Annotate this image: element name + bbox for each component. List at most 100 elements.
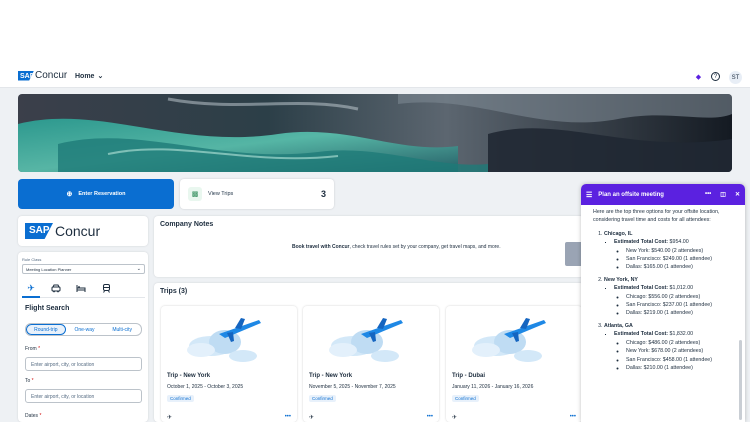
assistant-header: ☰ Plan an offsite meeting ••• ◫ ✕ <box>581 184 745 205</box>
option-total: Estimated Total Cost: $954.00 New York: … <box>614 238 739 272</box>
plane-clouds-illustration <box>472 318 546 362</box>
cost-item: New York: $540.00 (2 attendees) <box>626 247 739 255</box>
cost-item: Dallas: $219.00 (1 attendee) <box>626 309 739 317</box>
option-list: Chicago, IL Estimated Total Cost: $954.0… <box>593 230 739 373</box>
flight-icon: ✈ <box>309 415 315 421</box>
trip-card[interactable]: Trip - New York October 1, 2025 - Octobe… <box>161 306 297 422</box>
total-value: $954.00 <box>669 239 689 246</box>
close-icon[interactable]: ✕ <box>735 191 740 198</box>
company-notes-title: Company Notes <box>160 221 214 228</box>
home-menu[interactable]: Home ⌄ <box>75 72 104 81</box>
active-tab-indicator <box>22 296 40 298</box>
sap-logo-badge-large: SAP <box>25 223 53 239</box>
flight-icon: ✈ <box>452 415 458 421</box>
cost-item: San Francisco: $237.00 (1 attendee) <box>626 301 739 309</box>
more-options-icon[interactable]: ••• <box>570 414 576 420</box>
option-item: Atlanta, GA Estimated Total Cost: $1,832… <box>604 322 739 372</box>
trip-name: Trip - New York <box>167 373 211 379</box>
expand-icon[interactable]: ◫ <box>720 191 726 198</box>
required-mark: * <box>31 378 34 384</box>
from-label-text: From <box>25 346 37 352</box>
from-input[interactable]: Enter airport, city, or location <box>25 357 142 371</box>
status-badge: Confirmed <box>167 395 194 402</box>
view-trips-count: 3 <box>320 189 326 199</box>
assistant-panel: ☰ Plan an offsite meeting ••• ◫ ✕ Here a… <box>581 184 745 422</box>
option-item: New York, NY Estimated Total Cost: $1,01… <box>604 276 739 318</box>
cost-breakdown: New York: $540.00 (2 attendees) San Fran… <box>614 247 739 272</box>
app-window: SAP Concur Home ⌄ ◆ ? ST ⊕ Enter Reserva… <box>0 0 750 422</box>
help-icon[interactable]: ? <box>711 72 720 81</box>
to-input[interactable]: Enter airport, city, or location <box>25 389 142 403</box>
train-icon[interactable] <box>100 282 112 294</box>
assistant-scrollbar[interactable] <box>739 340 742 420</box>
trip-card[interactable]: Trip - New York November 5, 2025 - Novem… <box>303 306 439 422</box>
view-trips-tile[interactable]: ▩ View Trips 3 <box>180 179 334 209</box>
option-city: Chicago, IL <box>604 230 633 237</box>
travel-mode-tabs: ✈ <box>25 282 112 294</box>
trip-type-one-way[interactable]: One-way <box>66 324 104 335</box>
total-value: $1,832.00 <box>669 331 694 338</box>
cost-item: New York: $678.00 (2 attendees) <box>626 347 739 355</box>
total-value: $1,012.00 <box>669 285 694 292</box>
company-notes-rest: , check travel rules set by your company… <box>349 244 501 250</box>
app-header <box>0 66 750 88</box>
cost-item: Dallas: $210.00 (1 attendee) <box>626 364 739 372</box>
rule-class-select[interactable]: Meeting Location Planner ⌄ <box>22 264 145 274</box>
option-total: Estimated Total Cost: $1,832.00 Chicago:… <box>614 330 739 372</box>
trip-type-multi-city[interactable]: Multi-city <box>103 324 141 335</box>
add-circle-icon: ⊕ <box>66 191 73 198</box>
mode-tabs-divider <box>22 297 145 298</box>
trip-type-round-trip[interactable]: Round-trip <box>26 324 66 335</box>
assistant-title: Plan an offsite meeting <box>598 191 664 198</box>
more-options-icon[interactable]: ••• <box>705 191 711 198</box>
cost-item: Dallas: $165.00 (1 attendee) <box>626 263 739 271</box>
more-options-icon[interactable]: ••• <box>427 414 433 420</box>
from-label: From * <box>25 346 40 352</box>
option-total: Estimated Total Cost: $1,012.00 Chicago:… <box>614 284 739 318</box>
concur-large-logo: SAP Concur <box>25 223 100 239</box>
enter-reservation-button[interactable]: ⊕ Enter Reservation <box>18 179 174 209</box>
concur-logo-card: SAP Concur <box>18 216 148 246</box>
menu-icon[interactable]: ☰ <box>586 191 592 199</box>
trip-type-segmented: Round-trip One-way Multi-city <box>25 323 142 336</box>
option-item: Chicago, IL Estimated Total Cost: $954.0… <box>604 230 739 272</box>
total-label: Estimated Total Cost: <box>614 331 669 338</box>
cost-item: Chicago: $556.00 (2 attendees) <box>626 293 739 301</box>
option-city: New York, NY <box>604 276 638 283</box>
chevron-down-icon: ⌄ <box>97 73 104 80</box>
top-blank-area <box>0 0 750 66</box>
status-badge: Confirmed <box>452 395 479 402</box>
trip-dates: November 5, 2025 - November 7, 2025 <box>309 384 396 390</box>
option-city: Atlanta, GA <box>604 322 633 329</box>
cost-item: San Francisco: $249.00 (1 attendee) <box>626 255 739 263</box>
option-details: Estimated Total Cost: $1,012.00 Chicago:… <box>604 284 739 318</box>
plane-clouds-illustration <box>329 318 403 362</box>
assistant-message: Here are the top three options for your … <box>593 208 739 372</box>
flight-search-title: Flight Search <box>25 305 70 312</box>
trip-dates: January 11, 2026 - January 16, 2026 <box>452 384 534 390</box>
joule-diamond-icon[interactable]: ◆ <box>694 72 703 81</box>
total-label: Estimated Total Cost: <box>614 285 669 292</box>
rule-class-value: Meeting Location Planner <box>26 267 72 272</box>
sap-logo-badge: SAP <box>18 70 35 81</box>
company-notes-text: Book travel with Concur, check travel ru… <box>292 244 501 250</box>
cost-breakdown: Chicago: $556.00 (2 attendees) San Franc… <box>614 293 739 318</box>
hotel-bed-icon[interactable] <box>75 282 87 294</box>
option-details: Estimated Total Cost: $954.00 New York: … <box>604 238 739 272</box>
dates-label: Dates * <box>25 413 41 419</box>
suitcase-icon: ▩ <box>188 187 202 201</box>
flight-icon[interactable]: ✈ <box>25 282 37 294</box>
car-icon[interactable] <box>50 282 62 294</box>
home-label: Home <box>75 72 95 80</box>
trip-name: Trip - Dubai <box>452 373 485 379</box>
trip-dates: October 1, 2025 - October 3, 2025 <box>167 384 244 390</box>
trip-card[interactable]: Trip - Dubai January 11, 2026 - January … <box>446 306 582 422</box>
cost-item: San Francisco: $458.00 (1 attendee) <box>626 356 739 364</box>
concur-logo[interactable]: SAP Concur <box>18 70 67 81</box>
more-options-icon[interactable]: ••• <box>285 414 291 420</box>
dates-label-text: Dates <box>25 413 39 419</box>
trips-title: Trips (3) <box>160 288 188 295</box>
hero-banner-image <box>18 94 732 172</box>
plane-clouds-illustration <box>187 318 261 362</box>
avatar[interactable]: ST <box>729 71 742 84</box>
